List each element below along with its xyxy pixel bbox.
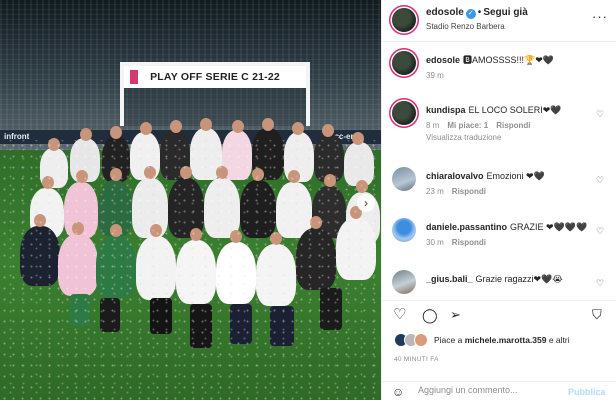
likes-prefix: Piace a	[434, 335, 463, 345]
reply-button[interactable]: Rispondi	[496, 121, 530, 130]
author-line: edosole ✓ • Segui già	[426, 7, 528, 19]
more-options-icon[interactable]: ···	[592, 9, 608, 24]
comment-avatar[interactable]	[392, 270, 416, 294]
comment-username[interactable]: kundispa	[426, 105, 466, 115]
view-translation-link[interactable]: Visualizza traduzione	[426, 133, 501, 142]
comment-username[interactable]: daniele.passantino	[426, 222, 507, 232]
post-header: edosole ✓ • Segui già Stadio Renzo Barbera …	[382, 0, 616, 42]
comment-text: Emozioni ❤🖤	[486, 171, 545, 181]
likes-text: Piace a michele.marotta.359 e altri	[434, 335, 570, 345]
post-location[interactable]: Stadio Renzo Barbera	[426, 22, 505, 31]
post-actions-bar: ♡ ◯ ➢ ⛉	[382, 300, 616, 328]
banner-logo-icon	[130, 70, 138, 84]
post-side-panel: edosole ✓ • Segui già Stadio Renzo Barbera …	[381, 0, 616, 400]
comment-line: chiaralovalvo Emozioni ❤🖤	[426, 170, 598, 182]
likes-others-link[interactable]: e altri	[549, 335, 570, 345]
comment-input[interactable]	[418, 385, 558, 395]
share-paper-plane-icon[interactable]: ➢	[450, 307, 461, 323]
comment-meta: 23 m Rispondi	[426, 187, 486, 196]
like-comment-heart-icon[interactable]: ♡	[596, 226, 604, 237]
author-avatar[interactable]	[392, 8, 416, 32]
comment-text: GRAZIE ❤🖤🖤🖤	[510, 222, 588, 232]
comment-item: _gius.bali_ Grazie ragazzi❤🖤😭 ♡	[382, 270, 616, 294]
save-bookmark-icon[interactable]: ⛉	[592, 307, 602, 323]
like-comment-heart-icon[interactable]: ♡	[596, 175, 604, 186]
comment-avatar[interactable]	[392, 101, 416, 125]
comment-line: daniele.passantino GRAZIE ❤🖤🖤🖤	[426, 221, 598, 233]
caption-username[interactable]: edosole	[426, 55, 460, 65]
post-timestamp[interactable]: 40 MINUTI FA	[394, 356, 439, 363]
comment-bubble-icon[interactable]: ◯	[422, 307, 438, 323]
comment-username[interactable]: _gius.bali_	[426, 274, 473, 284]
comment-text: Grazie ragazzi❤🖤😭	[475, 274, 563, 284]
comment-line: _gius.bali_ Grazie ragazzi❤🖤😭	[426, 273, 598, 285]
comment-item: kundispa EL LOCO SOLERI❤🖤 8 m Mi piace: 1 R…	[382, 101, 616, 153]
comment-item: chiaralovalvo Emozioni ❤🖤 23 m Rispondi ♡	[382, 167, 616, 203]
comment-item: daniele.passantino GRAZIE ❤🖤🖤🖤 30 m Rispon…	[382, 218, 616, 254]
comment-avatar[interactable]	[392, 218, 416, 242]
add-comment-bar: ☺ Pubblica	[382, 381, 616, 400]
comments-list[interactable]: edosole 🅱AMOSSSS!!!🏆❤🖤 39 m kundispa EL LO…	[382, 43, 616, 295]
comment-meta: 30 m Rispondi	[426, 238, 486, 247]
comment-text: EL LOCO SOLERI❤🖤	[468, 105, 562, 115]
comment-username[interactable]: chiaralovalvo	[426, 171, 484, 181]
liker-username[interactable]: michele.marotta.359	[465, 335, 547, 345]
comment-meta: 8 m Mi piace: 1 Rispondi	[426, 121, 530, 130]
trophy-banner-text: PLAY OFF SERIE C 21-22	[124, 66, 306, 88]
liker-avatars[interactable]	[394, 333, 430, 347]
dot-separator: •	[477, 7, 482, 18]
comment-likes[interactable]: Mi piace: 1	[447, 121, 488, 130]
comment-line: kundispa EL LOCO SOLERI❤🖤	[426, 104, 598, 116]
next-image-arrow-icon[interactable]: ›	[357, 194, 375, 212]
caption-time: 39 m	[426, 71, 444, 80]
reply-button[interactable]: Rispondi	[452, 238, 486, 247]
author-username[interactable]: edosole	[426, 7, 464, 18]
comment-time: 30 m	[426, 238, 444, 247]
liker-avatar	[414, 333, 428, 347]
comment-time: 8 m	[426, 121, 440, 130]
like-comment-heart-icon[interactable]: ♡	[596, 278, 604, 289]
reply-button[interactable]: Rispondi	[452, 187, 486, 196]
emoji-smiley-icon[interactable]: ☺	[392, 385, 404, 399]
likes-summary: Piace a michele.marotta.359 e altri	[382, 332, 616, 348]
confetti	[0, 140, 381, 400]
comment-time: 23 m	[426, 187, 444, 196]
verified-badge-icon: ✓	[465, 9, 476, 19]
publish-button[interactable]: Pubblica	[568, 387, 606, 397]
caption-line: edosole 🅱AMOSSSS!!!🏆❤🖤	[426, 54, 598, 66]
post-photo[interactable]: infront acc-ent PLAY OFF SERIE C 21-22 ›	[0, 0, 381, 400]
following-button[interactable]: Segui già	[483, 7, 527, 18]
caption-item: edosole 🅱AMOSSSS!!!🏆❤🖤 39 m	[382, 51, 616, 95]
caption-avatar[interactable]	[392, 51, 416, 75]
comment-avatar[interactable]	[392, 167, 416, 191]
like-comment-heart-icon[interactable]: ♡	[596, 109, 604, 120]
caption-text: 🅱AMOSSSS!!!🏆❤🖤	[463, 55, 554, 65]
like-heart-icon[interactable]: ♡	[393, 307, 406, 323]
